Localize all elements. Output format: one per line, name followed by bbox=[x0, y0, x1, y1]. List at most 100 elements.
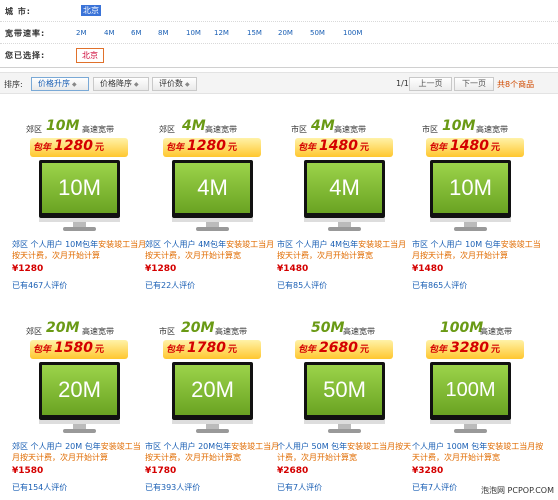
monitor-image[interactable]: 20M bbox=[172, 362, 253, 434]
banner-price: 1780 bbox=[187, 340, 226, 356]
product-card[interactable]: 50M 高速宽带 包年 2680 元 50M 个人用户 50M 包年安装竣工当月按天… bbox=[277, 320, 413, 500]
product-price: ¥1580 bbox=[12, 466, 44, 476]
monitor-image[interactable]: 20M bbox=[39, 362, 120, 434]
product-price-banner: 包年 1280 元 bbox=[163, 138, 261, 157]
product-speed: 100M bbox=[440, 320, 484, 336]
product-card[interactable]: 郊区 20M 高速宽带 包年 1580 元 20M 郊区 个人用户 20M 包年安装… bbox=[12, 320, 148, 500]
monitor-image[interactable]: 100M bbox=[430, 362, 511, 434]
product-rating-link[interactable]: 已有7人评价 bbox=[277, 482, 322, 493]
product-speed: 20M bbox=[46, 320, 80, 336]
speed-option[interactable]: 10M bbox=[186, 29, 214, 37]
product-rating-link[interactable]: 已有467人评价 bbox=[12, 280, 67, 291]
monitor-image[interactable]: 4M bbox=[172, 160, 253, 232]
selected-city-tag[interactable]: 北京 bbox=[76, 48, 104, 63]
product-description[interactable]: 郊区 个人用户 10M包年安装竣工当月按天计费，次月开始计算 bbox=[12, 239, 148, 261]
product-description[interactable]: 市区 个人用户 10M 包年安装竣工当月按天计费，次月开始计算 bbox=[412, 239, 548, 261]
product-speed: 20M bbox=[181, 320, 215, 336]
product-rating-link[interactable]: 已有865人评价 bbox=[412, 280, 467, 291]
speed-option[interactable]: 12M bbox=[214, 29, 247, 37]
yuan-label: 元 bbox=[227, 345, 237, 355]
monitor-screen-text: 50M bbox=[307, 365, 382, 415]
product-speed: 10M bbox=[46, 118, 80, 134]
product-description[interactable]: 市区 个人用户 4M包年安装竣工当月按天计费，次月开始计算宽 bbox=[277, 239, 413, 261]
desc-main: 个人用户 50M 包年 bbox=[277, 442, 348, 451]
monitor-image[interactable]: 10M bbox=[430, 160, 511, 232]
product-rating-link[interactable]: 已有85人评价 bbox=[277, 280, 327, 291]
sort-price-desc-label: 价格降序 bbox=[100, 79, 132, 88]
product-price-banner: 包年 1280 元 bbox=[30, 138, 128, 157]
product-speed: 10M bbox=[442, 118, 476, 134]
product-zone: 郊区 bbox=[26, 327, 42, 336]
product-description[interactable]: 市区 个人用户 20M包年安装竣工当月按天计费，次月开始计算宽 bbox=[145, 441, 281, 463]
monitor-bezel: 20M bbox=[172, 362, 253, 420]
product-card[interactable]: 市区 20M 高速宽带 包年 1780 元 20M 市区 个人用户 20M包年安装竣… bbox=[145, 320, 281, 500]
monitor-bezel: 4M bbox=[172, 160, 253, 218]
monitor-bezel: 10M bbox=[39, 160, 120, 218]
product-rating-link[interactable]: 已有154人评价 bbox=[12, 482, 67, 493]
product-price-banner: 包年 1480 元 bbox=[426, 138, 524, 157]
sort-rating-button[interactable]: 评价数 ◆ bbox=[152, 77, 197, 91]
product-rating-link[interactable]: 已有393人评价 bbox=[145, 482, 200, 493]
watermark: 泡泡网 PCPOP.COM bbox=[481, 486, 554, 495]
speed-option[interactable]: 8M bbox=[158, 29, 186, 37]
next-page-button[interactable]: 下一页 bbox=[454, 77, 494, 91]
speed-options: 2M 4M 6M 8M 10M 12M 15M 20M 50M 100M bbox=[76, 29, 373, 37]
product-header: 市区 20M 高速宽带 bbox=[145, 320, 281, 340]
desc-main: 市区 个人用户 10M 包年 bbox=[412, 240, 501, 249]
product-header: 50M 高速宽带 bbox=[277, 320, 413, 340]
desc-main: 郊区 个人用户 20M 包年 bbox=[12, 442, 101, 451]
baonian-label: 包年 bbox=[429, 143, 448, 153]
baonian-label: 包年 bbox=[298, 345, 317, 355]
product-description[interactable]: 个人用户 50M 包年安装竣工当月按天计费，次月开始计算宽 bbox=[277, 441, 413, 463]
product-card[interactable]: 100M 高速宽带 包年 3280 元 100M 个人用户 100M 包年安装竣工当… bbox=[412, 320, 548, 500]
sort-price-asc-button[interactable]: 价格升序 ◆ bbox=[31, 77, 89, 91]
page-info: 1/1 bbox=[396, 79, 409, 88]
city-value[interactable]: 北京 bbox=[81, 5, 101, 16]
product-description[interactable]: 个人用户 100M 包年安装竣工当月按天计费，次月开始计算宽 bbox=[412, 441, 548, 463]
product-zone: 郊区 bbox=[26, 125, 42, 134]
monitor-base bbox=[196, 429, 229, 433]
speed-option[interactable]: 20M bbox=[278, 29, 310, 37]
product-card[interactable]: 郊区 4M 高速宽带 包年 1280 元 4M 郊区 个人用户 4M包年安装竣工当月… bbox=[145, 118, 281, 314]
product-tag: 高速宽带 bbox=[343, 327, 375, 336]
monitor-screen-text: 100M bbox=[433, 365, 508, 415]
product-tag: 高速宽带 bbox=[82, 125, 114, 134]
product-card[interactable]: 市区 4M 高速宽带 包年 1480 元 4M 市区 个人用户 4M包年安装竣工当月… bbox=[277, 118, 413, 314]
product-price: ¥1280 bbox=[145, 264, 177, 274]
yuan-label: 元 bbox=[94, 143, 104, 153]
speed-option[interactable]: 100M bbox=[343, 29, 373, 37]
product-speed: 50M bbox=[311, 320, 345, 336]
speed-option[interactable]: 6M bbox=[131, 29, 158, 37]
monitor-image[interactable]: 4M bbox=[304, 160, 385, 232]
product-rating-link[interactable]: 已有7人评价 bbox=[412, 482, 457, 493]
sort-arrow-icon: ◆ bbox=[134, 81, 139, 88]
speed-option[interactable]: 4M bbox=[104, 29, 131, 37]
product-price-banner: 包年 3280 元 bbox=[426, 340, 524, 359]
prev-page-button[interactable]: 上一页 bbox=[409, 77, 452, 91]
product-header: 100M 高速宽带 bbox=[412, 320, 548, 340]
product-price: ¥1480 bbox=[412, 264, 444, 274]
banner-price: 2680 bbox=[319, 340, 358, 356]
desc-main: 个人用户 100M 包年 bbox=[412, 442, 488, 451]
product-zone: 市区 bbox=[159, 327, 175, 336]
product-price: ¥1480 bbox=[277, 264, 309, 274]
product-card[interactable]: 郊区 10M 高速宽带 包年 1280 元 10M 郊区 个人用户 10M包年安装竣… bbox=[12, 118, 148, 314]
product-description[interactable]: 郊区 个人用户 20M 包年安装竣工当月按天计费，次月开始计算 bbox=[12, 441, 148, 463]
speed-option[interactable]: 15M bbox=[247, 29, 278, 37]
monitor-screen-text: 4M bbox=[175, 163, 250, 213]
speed-option[interactable]: 2M bbox=[76, 29, 104, 37]
monitor-screen-text: 4M bbox=[307, 163, 382, 213]
sort-price-desc-button[interactable]: 价格降序 ◆ bbox=[93, 77, 149, 91]
sort-arrow-icon: ◆ bbox=[72, 81, 77, 88]
banner-price: 3280 bbox=[450, 340, 489, 356]
product-card[interactable]: 市区 10M 高速宽带 包年 1480 元 10M 市区 个人用户 10M 包年安装… bbox=[412, 118, 548, 314]
speed-option[interactable]: 50M bbox=[310, 29, 343, 37]
filter-row-city: 城 市: 北京 bbox=[0, 0, 558, 22]
product-price: ¥2680 bbox=[277, 466, 309, 476]
monitor-image[interactable]: 50M bbox=[304, 362, 385, 434]
monitor-image[interactable]: 10M bbox=[39, 160, 120, 232]
product-description[interactable]: 郊区 个人用户 4M包年安装竣工当月按天计费，次月开始计算宽 bbox=[145, 239, 281, 261]
product-rating-link[interactable]: 已有22人评价 bbox=[145, 280, 195, 291]
sort-label: 排序: bbox=[4, 80, 23, 89]
monitor-base bbox=[454, 429, 487, 433]
